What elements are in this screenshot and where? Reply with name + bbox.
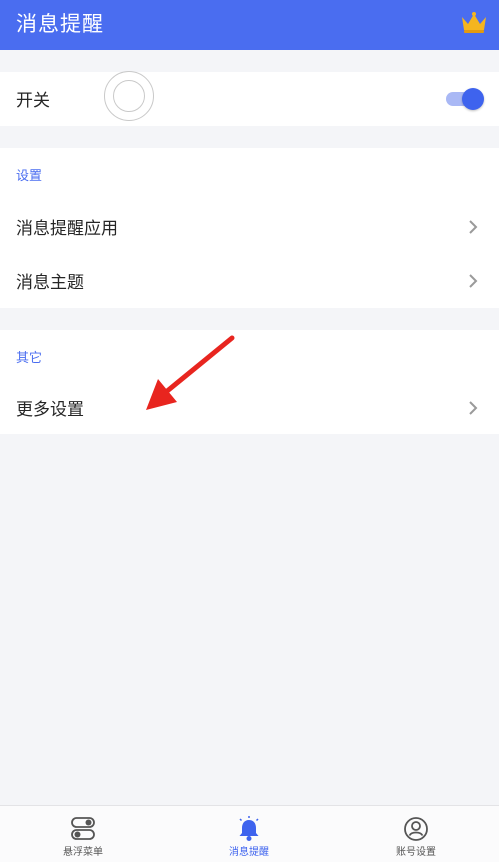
other-card: 其它 更多设置 (0, 330, 499, 434)
settings-item-theme[interactable]: 消息主题 (0, 254, 499, 308)
tab-notifications[interactable]: 消息提醒 (166, 806, 332, 862)
tab-label: 账号设置 (396, 847, 436, 858)
chevron-right-icon (469, 220, 478, 234)
tab-floating-menu[interactable]: 悬浮菜单 (0, 806, 166, 862)
bottom-tab-bar: 悬浮菜单 消息提醒 账号设置 (0, 805, 499, 862)
switch-row[interactable]: 开关 (0, 72, 499, 126)
settings-card: 设置 消息提醒应用 消息主题 (0, 148, 499, 308)
switch-card: 开关 (0, 72, 499, 126)
toggles-icon (71, 817, 95, 840)
user-circle-icon (404, 817, 428, 841)
tab-label: 消息提醒 (229, 847, 269, 858)
touch-indicator (104, 71, 154, 121)
settings-item-label: 消息主题 (16, 273, 84, 293)
settings-item-label: 消息提醒应用 (16, 219, 118, 239)
tab-label: 悬浮菜单 (63, 847, 103, 858)
main-toggle[interactable] (446, 88, 484, 110)
crown-icon[interactable] (459, 10, 489, 34)
app-header: 消息提醒 (0, 0, 499, 50)
tab-account-settings[interactable]: 账号设置 (333, 806, 499, 862)
red-arrow-annotation (146, 335, 235, 410)
other-item-more-settings[interactable]: 更多设置 (0, 381, 499, 435)
settings-section-title: 设置 (16, 169, 43, 184)
other-item-label: 更多设置 (16, 400, 84, 420)
chevron-right-icon (469, 401, 478, 415)
switch-label: 开关 (16, 91, 50, 111)
other-section-title: 其它 (16, 351, 43, 366)
settings-item-notify-apps[interactable]: 消息提醒应用 (0, 200, 499, 254)
bell-icon (239, 816, 259, 841)
toggle-knob (462, 88, 484, 110)
page-title: 消息提醒 (16, 12, 104, 36)
chevron-right-icon (469, 274, 478, 288)
